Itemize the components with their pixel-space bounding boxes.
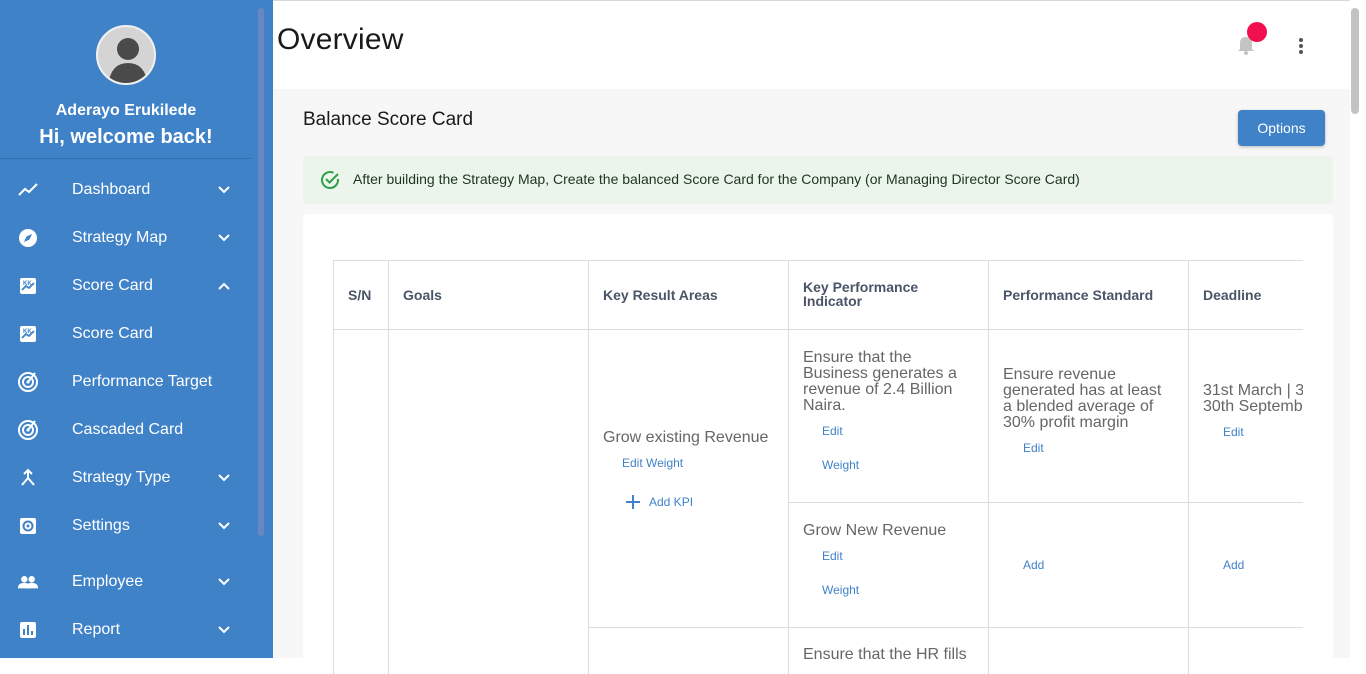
chevron-down-icon[interactable]	[214, 516, 234, 536]
sidebar-item-label: Dashboard	[72, 181, 151, 198]
chevron-down-icon[interactable]	[214, 228, 234, 248]
sidebar-item-label: Strategy Map	[72, 229, 168, 246]
more-options-icon[interactable]	[1291, 35, 1311, 57]
add-kpi-link[interactable]: Add KPI	[649, 495, 693, 509]
chevron-down-icon[interactable]	[214, 620, 234, 640]
plus-icon[interactable]	[626, 495, 640, 514]
sidebar-item-report[interactable]: Report	[0, 606, 252, 654]
sidebar-item-label: Report	[72, 621, 121, 638]
sidebar-item-label: Score Card	[72, 277, 153, 294]
sidebar-item-label: Employee	[72, 573, 144, 590]
sidebar-item-label: Strategy Type	[72, 469, 171, 486]
settings-icon	[17, 515, 39, 537]
header-key-result-areas: Key Result Areas	[603, 287, 718, 303]
sidebar-item-label: Performance Target	[72, 373, 213, 390]
chevron-down-icon[interactable]	[214, 572, 234, 592]
deadline-text: 31st March | 30th June | 30th September	[1203, 382, 1303, 415]
edit-weight-link[interactable]: Edit Weight	[622, 456, 683, 470]
sidebar-subitem-cascaded-card[interactable]: Cascaded Card	[0, 406, 252, 454]
username: Aderayo Erukilede	[55, 102, 197, 119]
info-alert: After building the Strategy Map, Create …	[303, 156, 1333, 204]
options-button[interactable]: Options	[1238, 110, 1325, 146]
standard-add-link[interactable]: Add	[1023, 558, 1044, 572]
sidebar-subitem-score-card[interactable]: KK Score Card	[0, 310, 252, 358]
welcome-message: Hi, welcome back!	[39, 126, 213, 148]
kpi-text: Ensure that the Business generates a rev…	[803, 349, 957, 414]
sidebar-item-settings[interactable]: Settings	[0, 502, 252, 550]
sidebar-item-label: Cascaded Card	[72, 421, 184, 438]
kpi-edit-link[interactable]: Edit	[822, 424, 843, 438]
kpi-text: Ensure that the HR fills	[803, 646, 967, 663]
sidebar: Aderayo Erukilede Hi, welcome back! Dash…	[0, 0, 273, 658]
standard-text: Ensure revenue generated has at least a …	[1003, 366, 1162, 431]
bar-chart-icon	[17, 619, 39, 641]
standard-edit-link[interactable]: Edit	[1023, 441, 1044, 455]
header-performance-standard: Performance Standard	[1003, 287, 1154, 303]
header-sn: S/N	[348, 287, 372, 303]
sidebar-item-dashboard[interactable]: Dashboard	[0, 166, 252, 214]
sidebar-item-strategy-type[interactable]: Strategy Type	[0, 454, 252, 502]
svg-text:KK: KK	[23, 281, 32, 287]
check-circle-icon	[319, 169, 341, 196]
merge-arrow-icon	[17, 467, 39, 489]
chevron-down-icon[interactable]	[214, 468, 234, 488]
sidebar-item-score-card[interactable]: KK Score Card	[0, 262, 252, 310]
page-scrollbar[interactable]	[1351, 8, 1359, 114]
sidebar-item-label: Settings	[72, 517, 130, 534]
main-content: Overview Balance Score Card Options Afte…	[273, 0, 1350, 674]
chevron-up-icon[interactable]	[214, 276, 234, 296]
alert-text: After building the Strategy Map, Create …	[353, 171, 1080, 187]
kpi-weight-link[interactable]: Weight	[822, 583, 859, 597]
sidebar-item-employee[interactable]: Employee	[0, 558, 252, 606]
sidebar-subitem-performance-target[interactable]: Performance Target	[0, 358, 252, 406]
kpi-edit-link[interactable]: Edit	[822, 549, 843, 563]
avatar[interactable]	[96, 25, 156, 85]
svg-text:KK: KK	[23, 329, 32, 335]
sidebar-scrollbar[interactable]	[258, 8, 264, 536]
scorecard-icon: KK	[17, 275, 39, 297]
sidebar-item-strategy-map[interactable]: Strategy Map	[0, 214, 252, 262]
scorecard-table: S/N Goals Key Result Areas Key Performan…	[333, 260, 1303, 674]
scorecard-table-card: S/N Goals Key Result Areas Key Performan…	[303, 214, 1333, 674]
page-title: Overview	[277, 23, 404, 56]
kra-text: Grow existing Revenue	[603, 429, 769, 446]
chevron-down-icon[interactable]	[214, 180, 234, 200]
people-icon	[17, 571, 39, 593]
target-icon	[17, 371, 39, 393]
compass-icon	[17, 227, 39, 249]
notification-badge[interactable]	[1247, 22, 1267, 42]
sidebar-item-label: Score Card	[72, 325, 153, 342]
header-kpi: Key Performance Indicator	[803, 279, 919, 309]
kpi-weight-link[interactable]: Weight	[822, 458, 859, 472]
top-bar: Overview	[273, 1, 1350, 89]
scorecard-icon: KK	[17, 323, 39, 345]
trend-line-icon	[17, 179, 39, 201]
kpi-text: Grow New Revenue	[803, 522, 947, 539]
header-goals: Goals	[403, 287, 442, 303]
header-deadline: Deadline	[1203, 287, 1262, 303]
target-icon	[17, 419, 39, 441]
deadline-add-link[interactable]: Add	[1223, 558, 1244, 572]
section-title: Balance Score Card	[303, 109, 474, 130]
deadline-edit-link[interactable]: Edit	[1223, 425, 1244, 439]
profile-section: Aderayo Erukilede Hi, welcome back!	[0, 0, 252, 159]
